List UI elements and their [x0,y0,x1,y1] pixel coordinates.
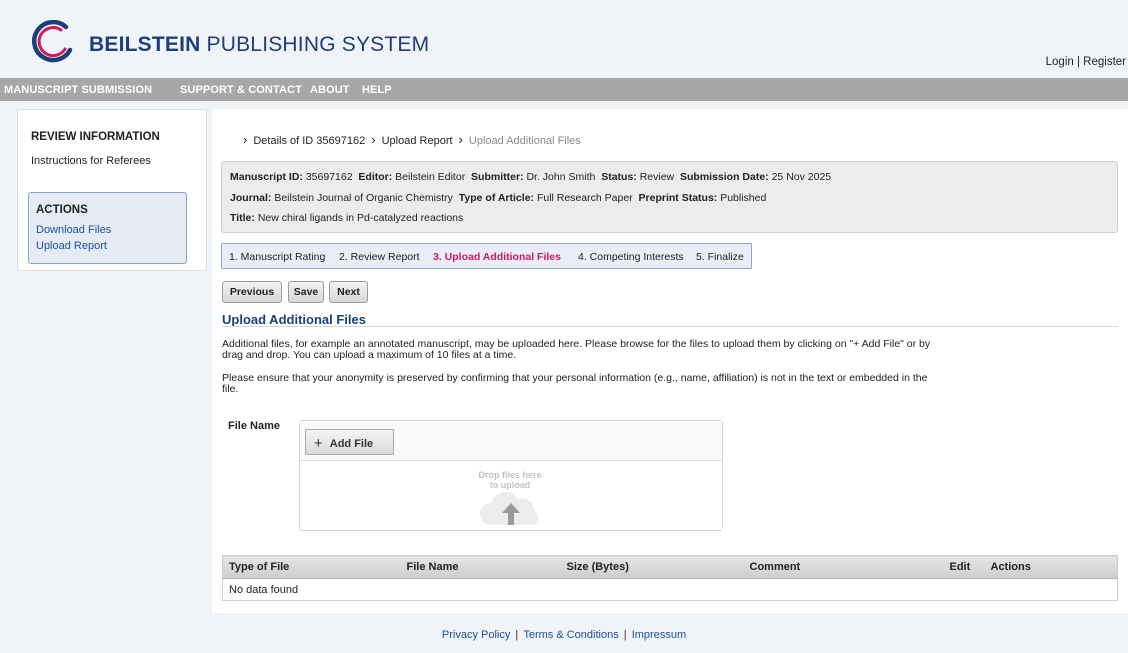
actions-panel: ACTIONS Download Files Upload Report [28,192,187,264]
manuscript-id: 35697162 [305,171,353,183]
next-button[interactable]: Next [329,281,368,303]
download-files-link[interactable]: Download Files [36,224,111,236]
table-row: No data found [223,579,1118,601]
save-button[interactable]: Save [288,281,324,303]
terms-link[interactable]: Terms & Conditions [523,629,618,641]
breadcrumb-upload-report[interactable]: Upload Report [382,135,453,147]
impressum-link[interactable]: Impressum [632,629,686,641]
site-header: BEILSTEIN PUBLISHING SYSTEM Login | Regi… [0,0,1128,78]
login-link[interactable]: Login [1046,56,1074,68]
submission-date: 25 Nov 2025 [771,171,832,183]
privacy-policy-link[interactable]: Privacy Policy [442,629,510,641]
step-upload-additional-files[interactable]: 3. Upload Additional Files [433,251,561,263]
files-table: Type of File File Name Size (Bytes) Comm… [222,555,1118,601]
auth-links: Login | Register [1045,56,1126,68]
col-type-of-file: Type of File [222,555,401,579]
breadcrumb: › Details of ID 35697162 › Upload Report › Up… [243,132,581,147]
drop-hint: Drop files here to upload [478,470,542,490]
nav-about[interactable]: ABOUT [310,84,350,96]
cloud-upload-icon [479,491,539,525]
chevron-right-icon: › [458,132,463,147]
section-divider [222,326,1118,327]
empty-table-message: No data found [229,583,299,596]
upload-toolbar: + Add File [300,421,722,461]
editor-name: Beilstein Editor [395,171,466,183]
step-manuscript-rating[interactable]: 1. Manuscript Rating [229,251,325,263]
previous-button[interactable]: Previous [222,281,282,303]
instructions-paragraph: Additional files, for example an annotat… [222,338,931,361]
manuscript-title: New chiral ligands in Pd-catalyzed react… [257,212,464,224]
col-actions: Actions [984,555,1118,579]
col-edit: Edit [943,555,985,579]
breadcrumb-current: Upload Additional Files [468,135,581,147]
anonymity-paragraph: Please ensure that your anonymity is pre… [222,372,928,395]
nav-support-contact[interactable]: SUPPORT & CONTACT [180,84,302,96]
instructions-link[interactable]: Instructions for Referees [31,155,151,167]
sidebar-title: REVIEW INFORMATION [31,131,160,143]
table-header-row: Type of File File Name Size (Bytes) Comm… [222,555,1118,579]
col-file-name: File Name [400,555,561,579]
footer: Privacy Policy | Terms & Conditions | Im… [441,629,687,641]
main-nav: MANUSCRIPT SUBMISSION SUPPORT & CONTACT … [0,78,1128,101]
journal-name: Beilstein Journal of Organic Chemistry [274,192,453,204]
breadcrumb-details[interactable]: Details of ID 35697162 [253,135,365,147]
step-review-report[interactable]: 2. Review Report [339,251,420,263]
sidebar: REVIEW INFORMATION Instructions for Refe… [17,109,207,271]
chevron-right-icon: › [243,132,248,147]
status-value: Review [639,171,675,183]
nav-manuscript-submission[interactable]: MANUSCRIPT SUBMISSION [4,84,152,96]
plus-icon: + [314,434,323,452]
upload-report-link[interactable]: Upload Report [36,240,107,252]
main-content: › Details of ID 35697162 › Upload Report › Up… [212,109,1128,613]
manuscript-info: Manuscript ID: 35697162 Editor: Beilstei… [221,161,1118,233]
article-type: Full Research Paper [536,192,633,204]
submitter-name: Dr. John Smith [526,171,596,183]
step-finalize[interactable]: 5. Finalize [696,251,744,263]
step-competing-interests[interactable]: 4. Competing Interests [578,251,684,263]
wizard-steps: 1. Manuscript Rating 2. Review Report 3.… [221,243,752,269]
chevron-right-icon: › [371,132,376,147]
beilstein-logo-icon[interactable] [32,20,76,64]
col-comment: Comment [743,555,944,579]
actions-title: ACTIONS [36,204,88,216]
register-link[interactable]: Register [1083,56,1126,68]
add-file-button[interactable]: + Add File [305,429,394,455]
nav-help[interactable]: HELP [362,84,392,96]
col-size: Size (Bytes) [560,555,744,579]
file-upload-dropzone[interactable]: + Add File Drop files here to upload [299,420,723,531]
section-title: Upload Additional Files [222,312,366,327]
brand-name[interactable]: BEILSTEIN PUBLISHING SYSTEM [89,33,429,57]
file-name-label: File Name [228,420,280,432]
preprint-status: Published [720,192,767,204]
